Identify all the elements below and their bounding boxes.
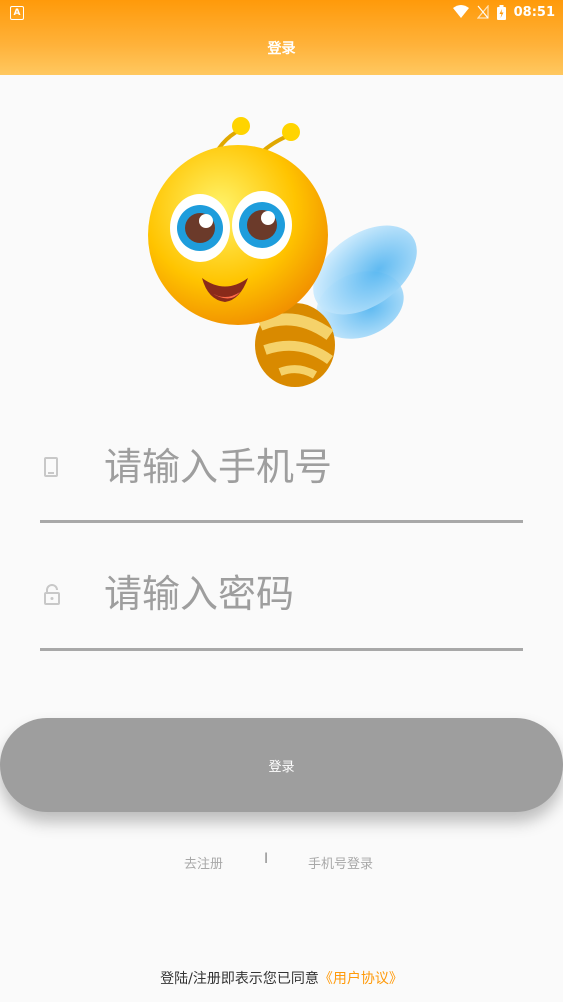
status-bar-right: 08:51 [452, 2, 555, 22]
bee-mascot-image [148, 117, 417, 387]
password-input-underline [40, 648, 523, 651]
login-button[interactable]: 登录 [0, 718, 563, 812]
wifi-icon [452, 5, 469, 18]
phone-icon [44, 457, 58, 477]
password-input[interactable] [104, 569, 504, 619]
phone-input[interactable] [104, 442, 504, 492]
phone-input-underline [40, 520, 523, 523]
signal-off-icon [476, 5, 489, 19]
register-link[interactable]: 去注册 [184, 853, 223, 872]
app-bar: A 08:51 登录 [0, 0, 563, 75]
links-separator: I [264, 851, 269, 867]
user-agreement-link[interactable]: 《用户协议》 [319, 971, 403, 987]
a-notification-icon: A [10, 6, 24, 20]
page-title: 登录 [267, 41, 296, 57]
lock-icon [44, 584, 60, 605]
agreement-prefix: 登陆/注册即表示您已同意 [160, 971, 319, 987]
battery-charging-icon [496, 4, 506, 20]
status-time: 08:51 [513, 4, 555, 20]
agreement-footer: 登陆/注册即表示您已同意《用户协议》 [0, 968, 563, 988]
phone-login-link[interactable]: 手机号登录 [308, 853, 373, 872]
